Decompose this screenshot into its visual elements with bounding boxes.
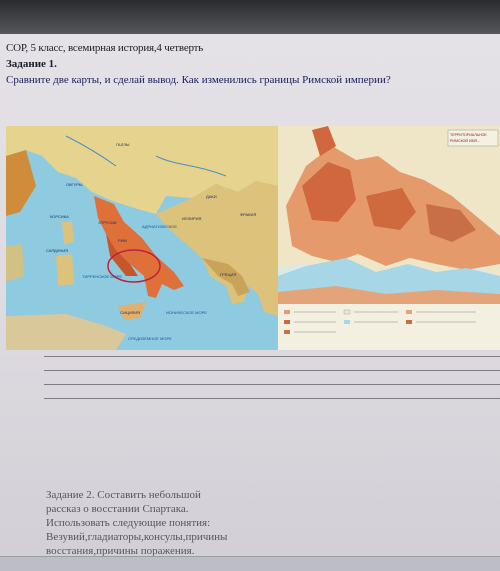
screen-bottom-bar (0, 556, 500, 571)
map-label-galls: ГАЛЛЫ (116, 142, 130, 147)
map-label-thrace: ФРАКИЯ (240, 212, 256, 217)
map-label-adriatic: АДРИАТИЧЕСКОЕ (142, 224, 177, 229)
map-right-title-2: РИМСКОЙ ИМП... (450, 139, 480, 143)
map-label-sardinia: САРДИНИЯ (46, 248, 68, 253)
answer-line-1 (44, 356, 500, 357)
task-2-text: Задание 2. Составить небольшой рассказ о… (46, 488, 306, 558)
answer-line-2 (44, 370, 500, 371)
task-2-line: Использовать следующие понятия: (46, 517, 211, 529)
map-label-corsica: КОРСИКА (50, 214, 69, 219)
map-label-tyrrhenian-sea: ТИРРЕНСКОЕ МОРЕ (82, 274, 122, 279)
screen-top-bar (0, 0, 500, 34)
map-label-sicily: СИЦИЛИЯ (120, 310, 140, 315)
map-label-etruscans: ЭТРУСКИ (98, 220, 117, 225)
map-label-ligurs: ЛИГУРЫ (66, 182, 83, 187)
task-1-title: Задание 1. (6, 58, 57, 70)
map-label-greece: ГРЕЦИЯ (220, 272, 236, 277)
task-2-line: рассказ о восстании Спартака. (46, 503, 189, 515)
map-right-empire (278, 126, 500, 350)
task-1-question: Сравните две карты, и сделай вывод. Как … (6, 74, 391, 86)
answer-line-3 (44, 384, 500, 385)
map-label-dacians: ДАКИ (206, 194, 217, 199)
task-2-line: Везувий,гладиаторы,консулы,причины (46, 531, 228, 543)
map-left-italy (6, 126, 278, 350)
map-label-mediterranean: СРЕДИЗЕМНОЕ МОРЕ (128, 336, 172, 341)
map-right-title-1: ТЕРРИТОРИАЛЬНОЕ (450, 133, 487, 137)
answer-line-4 (44, 398, 500, 399)
map-label-illyria: ИЛЛИРИЯ (182, 216, 202, 221)
worksheet-header: СОР, 5 класс, всемирная история,4 четвер… (6, 42, 204, 54)
maps-image: ГАЛЛЫ ЛИГУРЫ ЭТРУСКИ РИМ КОРСИКА САРДИНИ… (6, 126, 500, 350)
map-label-ionian-sea: ИОНИЧЕСКОЕ МОРЕ (166, 310, 207, 315)
map-label-rome: РИМ (118, 238, 127, 243)
task-2-line: Задание 2. Составить небольшой (46, 489, 201, 501)
